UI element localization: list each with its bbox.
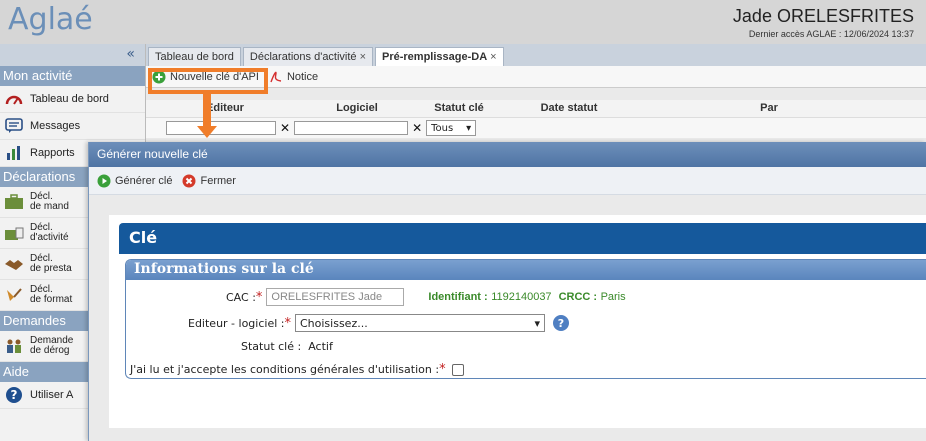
sidebar-item-sublabel: de dérog	[30, 345, 70, 356]
tab-close-icon[interactable]: ×	[490, 51, 496, 63]
graduation-icon	[4, 285, 24, 305]
help-icon[interactable]: ?	[552, 315, 569, 331]
tab-close-icon[interactable]: ×	[360, 51, 366, 63]
clear-editeur-filter-icon[interactable]: ✕	[280, 121, 290, 135]
grid-header: Editeur Logiciel Statut clé Date statut …	[146, 100, 926, 118]
cac-row: CAC :* Identifiant : 1192140037 CRCC : P…	[226, 288, 626, 306]
highlight-arrow-head	[197, 126, 217, 138]
people-icon	[4, 336, 24, 356]
sidebar-item-sublabel: de mand	[30, 201, 69, 212]
gauge-icon	[4, 89, 24, 109]
notice-button[interactable]: Notice	[269, 70, 318, 84]
col-editeur[interactable]: Editeur	[160, 100, 290, 117]
required-marker: *	[255, 289, 263, 305]
play-circle-icon	[97, 174, 111, 188]
tab-label: Tableau de bord	[155, 51, 234, 63]
cgu-row: J'ai lu et j'accepte les conditions géné…	[130, 362, 464, 377]
status-row: Statut clé : Actif	[241, 340, 333, 353]
chart-icon	[4, 143, 24, 163]
editor-row: Editeur - logiciel : * Choisissez... ▾ ?	[188, 314, 569, 332]
clear-logiciel-filter-icon[interactable]: ✕	[412, 121, 422, 135]
identifiant-label: Identifiant :	[428, 291, 488, 303]
highlight-arrow-shaft	[203, 94, 211, 128]
cac-label: CAC :	[226, 290, 256, 304]
notice-label: Notice	[286, 70, 319, 83]
sidebar-item-label: Tableau de bord	[30, 93, 109, 105]
required-marker: *	[284, 315, 291, 331]
dialog-title: Générer nouvelle clé	[89, 142, 926, 167]
app-logo: Aglaé	[8, 2, 93, 37]
status-filter-value: Tous	[431, 122, 454, 134]
sidebar-item-sublabel: de format	[30, 294, 73, 305]
key-section-title: Clé	[119, 223, 926, 254]
sidebar-item-label: Utiliser A	[30, 389, 74, 401]
col-date-statut[interactable]: Date statut	[494, 100, 644, 117]
help-icon: ?	[4, 385, 24, 405]
dialog-toolbar: Générer clé Fermer	[89, 167, 926, 195]
close-dialog-button[interactable]: Fermer	[182, 174, 236, 188]
key-info-title: Informations sur la clé	[126, 260, 926, 280]
pdf-icon	[269, 70, 283, 84]
chevron-down-icon: ▾	[534, 316, 540, 330]
app-header: Aglaé Jade ORELESFRITES Dernier accès AG…	[0, 0, 926, 44]
status-value: Actif	[308, 340, 333, 353]
editor-software-select[interactable]: Choisissez... ▾	[294, 314, 545, 332]
briefcase-doc-icon	[4, 223, 24, 243]
svg-text:?: ?	[11, 388, 18, 402]
grid-filter-row: ✕ ✕ Tous ▾	[146, 118, 926, 138]
required-marker: *	[439, 362, 446, 377]
message-icon	[4, 116, 24, 136]
identifiant-value: 1192140037	[491, 291, 552, 303]
section-mon-activite: Mon activité	[0, 66, 145, 86]
tab-label: Déclarations d'activité	[249, 51, 357, 63]
cgu-label: J'ai lu et j'accepte les conditions géné…	[130, 363, 440, 376]
status-filter-select[interactable]: Tous ▾	[426, 120, 477, 136]
editor-select-value: Choisissez...	[299, 316, 368, 330]
sidebar-item-dashboard[interactable]: Tableau de bord	[0, 86, 145, 113]
crcc-value: Paris	[600, 291, 626, 303]
sidebar-item-messages[interactable]: Messages	[0, 113, 145, 140]
close-dialog-label: Fermer	[200, 174, 236, 187]
key-info-panel: Informations sur la clé CAC :* Identifia…	[125, 259, 926, 379]
generate-key-dialog: Générer nouvelle clé Générer clé Fermer …	[88, 142, 926, 441]
generate-key-label: Générer clé	[115, 174, 173, 187]
highlight-box	[148, 68, 268, 94]
briefcase-icon	[4, 192, 24, 212]
key-card: Clé Informations sur la clé CAC :* Ident…	[109, 215, 926, 428]
tab-pre-remplissage[interactable]: Pré-remplissage-DA ×	[375, 47, 504, 66]
col-par[interactable]: Par	[644, 100, 894, 117]
cac-field[interactable]	[266, 288, 405, 306]
tab-bar: Tableau de bord Déclarations d'activité ×…	[146, 44, 926, 66]
logiciel-filter-input[interactable]	[294, 121, 409, 135]
sidebar-item-label: Rapports	[30, 147, 75, 159]
sidebar-item-sublabel: d'activité	[30, 232, 69, 243]
tab-tableau-de-bord[interactable]: Tableau de bord	[148, 47, 241, 66]
last-access-text: Dernier accès AGLAE : 12/06/2024 13:37	[748, 29, 914, 39]
user-name: Jade ORELESFRITES	[732, 6, 914, 26]
col-logiciel[interactable]: Logiciel	[290, 100, 424, 117]
col-statut[interactable]: Statut clé	[424, 100, 494, 117]
editor-label: Editeur - logiciel :	[188, 316, 285, 330]
tab-declarations-activite[interactable]: Déclarations d'activité ×	[242, 47, 373, 66]
status-label: Statut clé :	[241, 340, 302, 353]
close-circle-icon	[182, 174, 196, 188]
cgu-checkbox[interactable]	[451, 363, 464, 376]
crcc-label: CRCC :	[558, 291, 598, 303]
handshake-icon	[4, 254, 24, 274]
sidebar-item-sublabel: de presta	[30, 263, 72, 274]
generate-key-button[interactable]: Générer clé	[97, 174, 172, 188]
editeur-filter-input[interactable]	[166, 121, 276, 135]
sidebar-collapse-button[interactable]: «	[0, 44, 145, 66]
dialog-body: Clé Informations sur la clé CAC :* Ident…	[89, 195, 926, 441]
sidebar-item-label: Messages	[30, 120, 81, 132]
chevron-down-icon: ▾	[466, 122, 472, 134]
tab-label: Pré-remplissage-DA	[382, 51, 488, 63]
